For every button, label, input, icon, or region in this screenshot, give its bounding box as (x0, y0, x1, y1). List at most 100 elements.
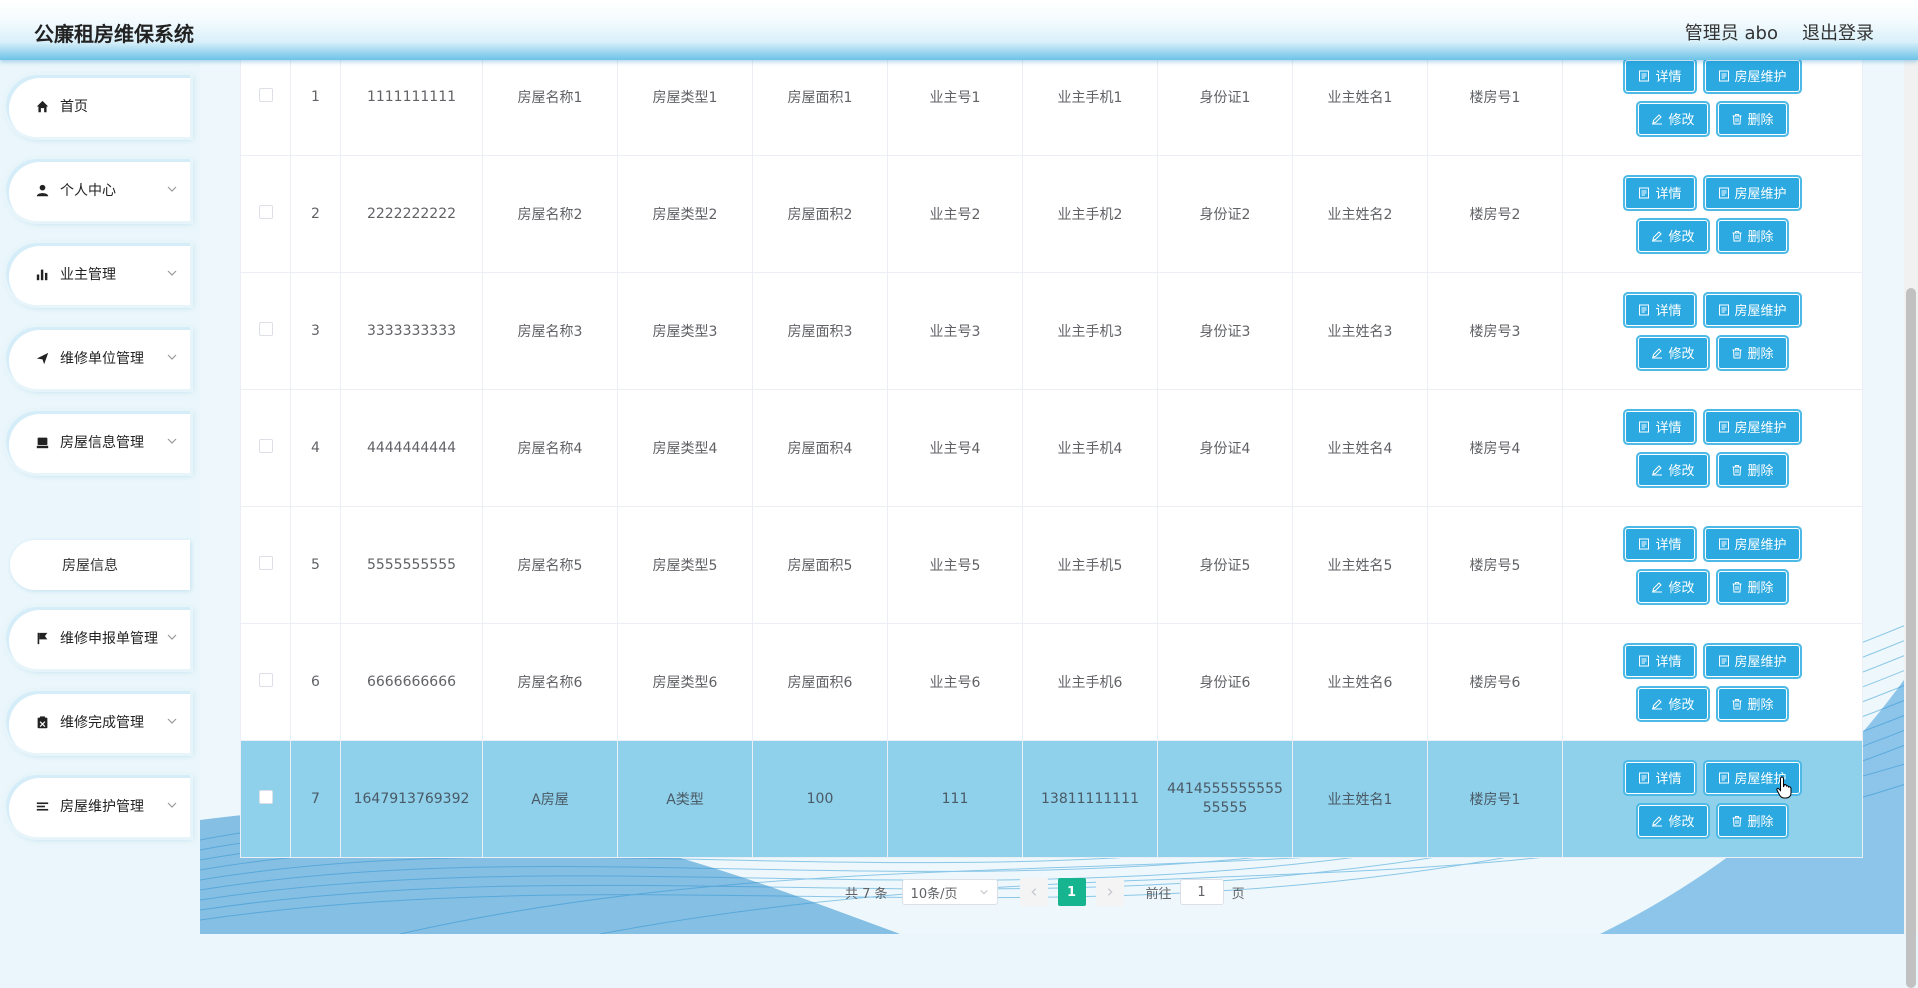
detail-button[interactable]: 详情 (1626, 294, 1694, 325)
goto-suffix: 页 (1231, 886, 1245, 902)
maintain-button[interactable]: 房屋维护 (1705, 294, 1799, 325)
sidebar-item-house-info-management[interactable]: 房屋信息管理 (6, 411, 190, 473)
document-icon (1639, 655, 1650, 666)
goto-page-input[interactable]: 1 (1179, 879, 1224, 905)
document-icon (1718, 421, 1729, 432)
trash-icon (1732, 815, 1741, 826)
cell-code: 5555555555 (340, 506, 483, 624)
cell-area: 房屋面积6 (752, 623, 888, 741)
row-checkbox[interactable] (258, 88, 273, 102)
delete-button[interactable]: 删除 (1718, 103, 1786, 134)
sidebar-item-owner-management[interactable]: 业主管理 (6, 243, 190, 305)
cell-area: 房屋面积3 (752, 272, 888, 390)
chevron-left-icon (1031, 888, 1036, 896)
sidebar-item-personal-center[interactable]: 个人中心 (6, 159, 190, 221)
chevron-down-icon (167, 438, 177, 444)
pencil-icon (1652, 464, 1663, 475)
cell-type: 房屋类型2 (617, 155, 753, 273)
cell-owner-no: 业主号4 (887, 389, 1023, 507)
cell-building: 楼房号6 (1427, 623, 1563, 741)
page-number-button[interactable]: 1 (1057, 878, 1086, 906)
edit-button[interactable]: 修改 (1639, 688, 1707, 719)
sidebar-item-house-maintenance-management[interactable]: 房屋维护管理 (6, 775, 190, 837)
pencil-icon (1652, 581, 1663, 592)
building-icon (34, 434, 50, 450)
cell-owner-name: 业主姓名1 (1292, 60, 1428, 156)
sidebar-item-repair-complete-management[interactable]: 维修完成管理 (6, 691, 190, 753)
chevron-down-icon (167, 354, 177, 360)
trash-icon (1732, 581, 1741, 592)
trash-icon (1732, 230, 1741, 241)
vertical-scrollbar[interactable] (1904, 60, 1918, 988)
cell-index: 6 (290, 623, 341, 741)
detail-button[interactable]: 详情 (1626, 762, 1694, 793)
row-checkbox[interactable] (258, 556, 273, 570)
detail-button[interactable]: 详情 (1626, 528, 1694, 559)
maintain-button[interactable]: 房屋维护 (1705, 411, 1799, 442)
cell-building: 楼房号3 (1427, 272, 1563, 390)
edit-button[interactable]: 修改 (1639, 337, 1707, 368)
row-checkbox[interactable] (258, 673, 273, 687)
list-icon (34, 798, 50, 814)
delete-button[interactable]: 删除 (1718, 571, 1786, 602)
cell-actions: 详情 房屋维护 修改 删除 (1562, 60, 1863, 156)
edit-button[interactable]: 修改 (1639, 454, 1707, 485)
logout-link[interactable]: 退出登录 (1802, 19, 1874, 45)
chevron-down-icon (167, 186, 177, 192)
sidebar-item-repair-unit-management[interactable]: 维修单位管理 (6, 327, 190, 389)
edit-button[interactable]: 修改 (1639, 220, 1707, 251)
detail-button[interactable]: 详情 (1626, 60, 1694, 91)
cell-actions: 详情 房屋维护 修改 删除 (1562, 389, 1863, 507)
sidebar-item-home[interactable]: 首页 (6, 75, 190, 137)
cell-actions: 详情 房屋维护 修改 删除 (1562, 155, 1863, 273)
chevron-down-icon (167, 270, 177, 276)
row-checkbox[interactable] (258, 205, 273, 219)
document-icon (1639, 70, 1650, 81)
table-row: 2 2222222222 房屋名称2 房屋类型2 房屋面积2 业主号2 业主手机… (240, 155, 1863, 273)
sidebar-item-label: 业主管理 (60, 267, 116, 283)
delete-button[interactable]: 删除 (1718, 805, 1786, 836)
detail-button[interactable]: 详情 (1626, 177, 1694, 208)
cell-id-card: 身份证1 (1157, 60, 1293, 156)
chevron-right-icon (1107, 888, 1113, 896)
bar-chart-icon (34, 266, 50, 282)
document-icon (1718, 655, 1729, 666)
edit-button[interactable]: 修改 (1639, 805, 1707, 836)
cell-area: 房屋面积4 (752, 389, 888, 507)
maintain-button[interactable]: 房屋维护 (1705, 645, 1799, 676)
table-row: 1 1111111111 房屋名称1 房屋类型1 房屋面积1 业主号1 业主手机… (240, 60, 1863, 156)
scrollbar-thumb[interactable] (1906, 288, 1916, 988)
prev-page-button[interactable] (1019, 878, 1048, 906)
page-size-value: 10条/页 (910, 886, 958, 902)
detail-button[interactable]: 详情 (1626, 411, 1694, 442)
maintain-button[interactable]: 房屋维护 (1705, 528, 1799, 559)
cell-owner-name: 业主姓名1 (1292, 740, 1428, 858)
document-icon (1718, 538, 1729, 549)
cell-id-card: 身份证4 (1157, 389, 1293, 507)
chevron-down-icon (167, 718, 177, 724)
cell-code: 6666666666 (340, 623, 483, 741)
edit-button[interactable]: 修改 (1639, 103, 1707, 134)
sidebar-subitem-house-info[interactable]: 房屋信息 (10, 540, 190, 590)
maintain-button[interactable]: 房屋维护 (1705, 60, 1799, 91)
delete-button[interactable]: 删除 (1718, 220, 1786, 251)
page-size-select[interactable]: 10条/页 (901, 879, 998, 905)
delete-button[interactable]: 删除 (1718, 454, 1786, 485)
delete-button[interactable]: 删除 (1718, 688, 1786, 719)
house-info-table-wrap: 1 1111111111 房屋名称1 房屋类型1 房屋面积1 业主号1 业主手机… (240, 60, 1918, 858)
row-checkbox[interactable] (258, 439, 273, 453)
row-checkbox[interactable] (258, 322, 273, 336)
next-page-button[interactable] (1095, 878, 1124, 906)
maintain-button[interactable]: 房屋维护 (1705, 177, 1799, 208)
edit-button[interactable]: 修改 (1639, 571, 1707, 602)
trash-icon (1732, 113, 1741, 124)
sidebar-item-repair-request-management[interactable]: 维修申报单管理 (6, 607, 190, 669)
cell-phone: 业主手机2 (1022, 155, 1158, 273)
pagination-total: 共 7 条 (845, 886, 888, 902)
detail-button[interactable]: 详情 (1626, 645, 1694, 676)
row-checkbox[interactable] (258, 790, 273, 804)
top-header: 公廉租房维保系统 管理员 abo 退出登录 (0, 0, 1918, 60)
cell-id-card: 身份证2 (1157, 155, 1293, 273)
cell-owner-name: 业主姓名4 (1292, 389, 1428, 507)
delete-button[interactable]: 删除 (1718, 337, 1786, 368)
